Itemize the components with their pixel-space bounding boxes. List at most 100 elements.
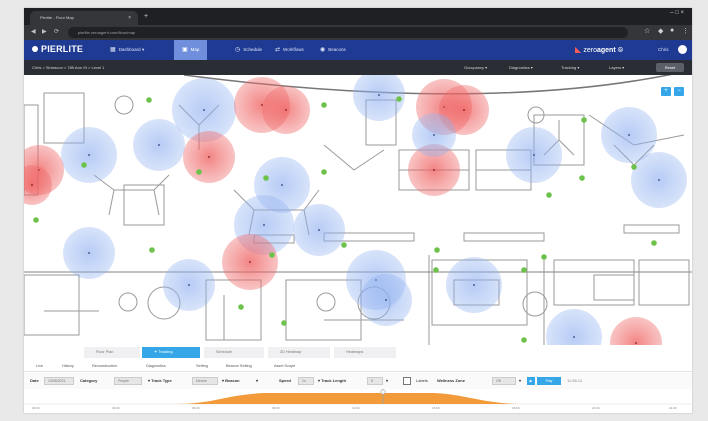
device-marker[interactable]: [88, 154, 90, 156]
speed-select[interactable]: 1x: [298, 377, 314, 385]
sensor-marker[interactable]: [581, 117, 587, 123]
device-marker[interactable]: [285, 109, 287, 111]
wellness-zone-select[interactable]: Off: [492, 377, 516, 385]
wellness-dropdown-icon[interactable]: ▾: [519, 373, 521, 389]
tab-heatmaps[interactable]: Heatmaps: [334, 347, 396, 358]
pierlite-logo[interactable]: PIERLITE: [32, 44, 83, 54]
sensor-marker[interactable]: [81, 162, 87, 168]
device-marker[interactable]: [88, 252, 90, 254]
floor-map[interactable]: + −: [24, 75, 692, 345]
sensor-marker[interactable]: [33, 217, 39, 223]
device-marker[interactable]: [203, 109, 205, 111]
device-marker[interactable]: [318, 229, 320, 231]
subtab-history[interactable]: History: [62, 360, 74, 372]
tab-floor-plan[interactable]: Floor Plan: [84, 347, 140, 358]
nav-dashboard[interactable]: ▦ Dashboard ▾: [110, 40, 144, 60]
sensor-marker[interactable]: [321, 102, 327, 108]
device-marker[interactable]: [473, 284, 475, 286]
reset-view-button[interactable]: Reset: [656, 63, 684, 72]
close-icon[interactable]: ×: [128, 11, 131, 25]
floor-plan-canvas[interactable]: [24, 75, 692, 345]
device-marker[interactable]: [463, 109, 465, 111]
tab-3d-heatmap[interactable]: 3D Heatmap: [268, 347, 330, 358]
device-marker[interactable]: [249, 261, 251, 263]
timeline-scrubber-handle[interactable]: [380, 389, 386, 395]
device-marker[interactable]: [433, 134, 435, 136]
sensor-marker[interactable]: [341, 242, 347, 248]
subtab-setting[interactable]: Setting: [196, 360, 208, 372]
device-marker[interactable]: [635, 342, 637, 344]
star-icon[interactable]: ☆: [644, 27, 650, 35]
sensor-marker[interactable]: [651, 240, 657, 246]
back-icon[interactable]: ◀: [31, 28, 36, 35]
sensor-marker[interactable]: [434, 247, 440, 253]
device-marker[interactable]: [188, 284, 190, 286]
sensor-marker[interactable]: [396, 96, 402, 102]
profile-icon[interactable]: ●: [670, 27, 674, 34]
device-marker[interactable]: [263, 224, 265, 226]
track-length-select[interactable]: 5: [367, 377, 383, 385]
sensor-marker[interactable]: [146, 97, 152, 103]
sensor-marker[interactable]: [281, 320, 287, 326]
avatar[interactable]: [678, 45, 687, 54]
device-marker[interactable]: [433, 169, 435, 171]
subtab-diagnostics[interactable]: Diagnostics: [146, 360, 166, 372]
sensor-marker[interactable]: [579, 175, 585, 181]
sensor-marker[interactable]: [521, 337, 527, 343]
new-tab-button[interactable]: +: [144, 11, 148, 22]
device-marker[interactable]: [208, 156, 210, 158]
occupancy-zone-hot[interactable]: [610, 317, 662, 345]
device-marker[interactable]: [385, 299, 387, 301]
sensor-marker[interactable]: [321, 169, 327, 175]
device-marker[interactable]: [281, 184, 283, 186]
track-length-dropdown-icon[interactable]: ▾: [386, 373, 388, 389]
tab-schedule[interactable]: Schedule: [204, 347, 264, 358]
reload-icon[interactable]: ⟳: [54, 28, 59, 35]
menu-icon[interactable]: ⋮: [682, 27, 689, 35]
play-button[interactable]: Play: [537, 377, 561, 385]
extension-icon[interactable]: ◆: [658, 27, 663, 35]
device-marker[interactable]: [378, 94, 380, 96]
nav-map[interactable]: ▣ Map: [174, 40, 208, 60]
menu-tracking[interactable]: Tracking ▾: [561, 60, 579, 75]
zoom-in-button[interactable]: +: [661, 87, 671, 96]
device-marker[interactable]: [158, 144, 160, 146]
device-marker[interactable]: [628, 134, 630, 136]
sensor-marker[interactable]: [263, 175, 269, 181]
browser-tab[interactable]: Pierlite - Floor Map ×: [30, 11, 138, 25]
sensor-marker[interactable]: [238, 304, 244, 310]
occupancy-zone[interactable]: [546, 309, 602, 345]
subtab-live[interactable]: Live: [36, 360, 43, 372]
device-marker[interactable]: [533, 154, 535, 156]
play-icon[interactable]: ▶: [527, 377, 535, 385]
forward-icon[interactable]: ▶: [42, 28, 47, 35]
menu-occupancy[interactable]: Occupancy ▾: [464, 60, 487, 75]
track-type-select[interactable]: Device: [192, 377, 218, 385]
tab-tracking[interactable]: ✦ Tracking: [142, 347, 200, 358]
user-name[interactable]: Chris: [658, 40, 669, 60]
sensor-marker[interactable]: [196, 169, 202, 175]
labels-checkbox[interactable]: [403, 377, 411, 385]
menu-diagnostics[interactable]: Diagnostics ▾: [509, 60, 533, 75]
sensor-marker[interactable]: [433, 267, 439, 273]
zoom-out-button[interactable]: −: [674, 87, 684, 96]
breadcrumb[interactable]: Chris > Sintracon > 789 Ann St > Level 1: [32, 60, 104, 75]
subtab-asset-scope[interactable]: Asset Scope: [274, 360, 295, 372]
sensor-marker[interactable]: [541, 254, 547, 260]
device-marker[interactable]: [573, 336, 575, 338]
timeline[interactable]: 00:00 03:00 06:00 09:00 12:00 15:00 18:0…: [24, 389, 692, 413]
sensor-marker[interactable]: [149, 247, 155, 253]
nav-workflows[interactable]: ⇄ Workflows: [275, 40, 304, 60]
nav-schedule[interactable]: ◷ Schedule: [235, 40, 262, 60]
subtab-reconstruction[interactable]: Reconstruction: [92, 360, 117, 372]
date-field[interactable]: 13/05/2021: [44, 377, 74, 385]
category-select[interactable]: People: [114, 377, 142, 385]
sensor-marker[interactable]: [631, 164, 637, 170]
subtab-beacon-setting[interactable]: Beacon Setting: [226, 360, 252, 372]
menu-layers[interactable]: Layers ▾: [609, 60, 624, 75]
window-controls[interactable]: – □ ×: [670, 10, 684, 16]
device-marker[interactable]: [658, 179, 660, 181]
nav-beacons[interactable]: ◉ Beacons: [320, 40, 346, 60]
device-marker[interactable]: [31, 184, 33, 186]
sensor-marker[interactable]: [269, 252, 275, 258]
